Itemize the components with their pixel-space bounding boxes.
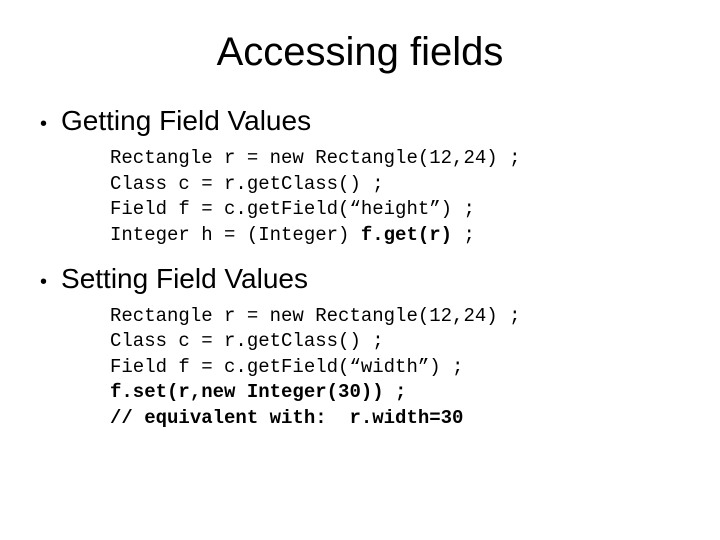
code-getting-l3: Field f = c.getField(“height”) ; — [110, 198, 475, 220]
bullet-setting-text: Setting Field Values — [61, 263, 308, 295]
code-setting-l5: // equivalent with: r.width=30 — [110, 407, 463, 429]
bullet-setting: • Setting Field Values — [40, 263, 680, 296]
slide-title: Accessing fields — [40, 30, 680, 75]
bullet-dot-icon: • — [40, 268, 47, 296]
bullet-getting-text: Getting Field Values — [61, 105, 311, 137]
code-setting-l4: f.set(r,new Integer(30)) ; — [110, 381, 406, 403]
code-getting-l1: Rectangle r = new Rectangle(12,24) ; — [110, 147, 520, 169]
code-getting-l4c: ; — [452, 224, 475, 246]
code-getting: Rectangle r = new Rectangle(12,24) ; Cla… — [110, 146, 680, 249]
code-setting-l2: Class c = r.getClass() ; — [110, 330, 384, 352]
code-getting-l2: Class c = r.getClass() ; — [110, 173, 384, 195]
code-getting-l4a: Integer h = (Integer) — [110, 224, 361, 246]
code-setting-l3: Field f = c.getField(“width”) ; — [110, 356, 463, 378]
code-getting-l4b: f.get(r) — [361, 224, 452, 246]
code-setting-l1: Rectangle r = new Rectangle(12,24) ; — [110, 305, 520, 327]
bullet-dot-icon: • — [40, 110, 47, 138]
bullet-getting: • Getting Field Values — [40, 105, 680, 138]
code-setting: Rectangle r = new Rectangle(12,24) ; Cla… — [110, 304, 680, 432]
